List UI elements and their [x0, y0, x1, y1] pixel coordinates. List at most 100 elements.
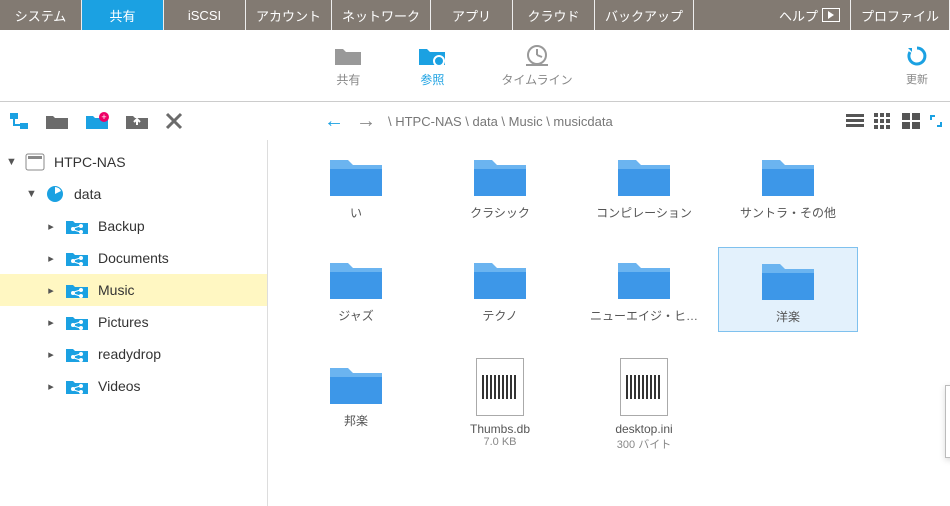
tree-label: Backup — [98, 218, 145, 234]
nas-icon — [24, 152, 46, 172]
folder-item[interactable]: 邦楽 — [286, 352, 426, 458]
share-folder-icon — [64, 312, 90, 332]
action-row: + ← → \ HTPC-NAS \ data \ Music \ musicd… — [0, 102, 950, 140]
tree-twisty-icon[interactable]: ▸ — [46, 220, 56, 233]
file-icon — [620, 358, 668, 416]
nav-tab[interactable]: プロファイル — [851, 0, 950, 30]
folder-item[interactable]: テクノ — [430, 247, 570, 332]
tree-label: Music — [98, 282, 135, 298]
subbar-browse[interactable]: 参照 — [417, 43, 447, 88]
top-nav: システム共有iSCSIアカウントネットワークアプリクラウドバックアップ ヘルププロ… — [0, 0, 950, 30]
nav-tab[interactable]: 共有 — [82, 0, 164, 30]
file-icon — [476, 358, 524, 416]
tree-twisty-icon[interactable]: ▼ — [6, 156, 16, 168]
item-grid: い クラシック コンピレーション サントラ・その他ジャズテクノ ニューエイジ・ヒ… 洋楽邦… — [286, 144, 932, 458]
folder-icon — [468, 253, 532, 301]
nav-forward-icon[interactable]: → — [356, 110, 376, 133]
nav-tab[interactable]: iSCSI — [164, 0, 246, 30]
folder-open-icon[interactable] — [44, 111, 70, 131]
nav-back-icon[interactable]: ← — [324, 110, 344, 133]
tree-label: Videos — [98, 378, 141, 394]
tree-root[interactable]: ▼ HTPC-NAS — [0, 146, 267, 178]
view-large-icons-icon[interactable] — [902, 113, 920, 129]
breadcrumb[interactable]: \ HTPC-NAS \ data \ Music \ musicdata — [388, 114, 613, 129]
folder-icon — [333, 43, 363, 67]
nav-tab[interactable]: ネットワーク — [332, 0, 431, 30]
folder-item[interactable]: い — [286, 144, 426, 227]
file-item[interactable]: Thumbs.db7.0 KB — [430, 352, 570, 458]
folder-item[interactable]: 洋楽 — [718, 247, 858, 332]
tree-folder[interactable]: ▸ Pictures — [0, 306, 267, 338]
tree-twisty-icon[interactable]: ▸ — [46, 252, 56, 265]
share-folder-icon — [64, 216, 90, 236]
content-pane: い クラシック コンピレーション サントラ・その他ジャズテクノ ニューエイジ・ヒ… 洋楽邦… — [268, 140, 950, 506]
nav-tab[interactable]: アカウント — [246, 0, 332, 30]
item-name: サントラ・その他 — [740, 204, 836, 221]
subbar-timeline[interactable]: タイムライン — [501, 43, 572, 88]
view-expand-icon[interactable] — [930, 115, 942, 127]
refresh-button[interactable]: 更新 — [906, 45, 928, 87]
item-name: テクノ — [482, 307, 517, 324]
nav-tab[interactable]: システム — [0, 0, 82, 30]
folder-upload-icon[interactable] — [124, 111, 150, 131]
subbar-timeline-label: タイムライン — [501, 71, 572, 88]
nav-tab[interactable]: クラウド — [513, 0, 595, 30]
folder-icon — [324, 358, 388, 406]
tree-label: HTPC-NAS — [54, 154, 126, 170]
tree-folder[interactable]: ▸ readydrop — [0, 338, 267, 370]
folder-item[interactable]: コンピレーション — [574, 144, 714, 227]
tree-twisty-icon[interactable]: ▼ — [26, 188, 36, 200]
share-folder-icon — [64, 280, 90, 300]
folder-icon — [324, 253, 388, 301]
subbar-share-label: 共有 — [336, 71, 360, 88]
tree-volume[interactable]: ▼ data — [0, 178, 267, 210]
nav-tab[interactable]: アプリ — [431, 0, 513, 30]
folder-item[interactable]: ジャズ — [286, 247, 426, 332]
tree-twisty-icon[interactable]: ▸ — [46, 284, 56, 297]
share-folder-icon — [64, 376, 90, 396]
folder-item[interactable]: サントラ・その他 — [718, 144, 858, 227]
item-popover: 参照 コピー — [945, 385, 950, 458]
tree-folder[interactable]: ▸ Documents — [0, 242, 267, 274]
subbar-share[interactable]: 共有 — [333, 43, 363, 88]
tree-folder[interactable]: ▸ Videos — [0, 370, 267, 402]
clock-icon — [522, 43, 552, 67]
new-folder-tree-icon[interactable] — [8, 111, 30, 131]
tree-folder[interactable]: ▸ Backup — [0, 210, 267, 242]
tree-label: Pictures — [98, 314, 149, 330]
sidebar-tree: ▼ HTPC-NAS ▼ data ▸ Backup ▸ Documents ▸ Music ▸ Pi… — [0, 140, 268, 506]
share-folder-icon — [64, 344, 90, 364]
item-name: ニューエイジ・ヒ… — [590, 307, 698, 324]
item-name: クラシック — [470, 204, 530, 221]
share-folder-icon — [64, 248, 90, 268]
nav-tab[interactable]: ヘルプ — [769, 0, 851, 30]
item-meta: 300 バイト — [617, 436, 671, 452]
folder-item[interactable]: クラシック — [430, 144, 570, 227]
tree-twisty-icon[interactable]: ▸ — [46, 348, 56, 361]
file-item[interactable]: desktop.ini300 バイト — [574, 352, 714, 458]
folder-icon — [756, 150, 820, 198]
subbar-browse-label: 参照 — [420, 71, 444, 88]
delete-icon[interactable] — [164, 111, 184, 131]
folder-icon — [468, 150, 532, 198]
folder-icon — [612, 150, 676, 198]
folder-icon — [324, 150, 388, 198]
tree-label: readydrop — [98, 346, 161, 362]
main-area: ▼ HTPC-NAS ▼ data ▸ Backup ▸ Documents ▸ Music ▸ Pi… — [0, 140, 950, 506]
folder-search-icon — [417, 43, 447, 67]
tree-label: Documents — [98, 250, 169, 266]
tree-twisty-icon[interactable]: ▸ — [46, 380, 56, 393]
tree-twisty-icon[interactable]: ▸ — [46, 316, 56, 329]
item-name: 邦楽 — [344, 412, 368, 429]
view-list-icon[interactable] — [846, 113, 864, 129]
folder-item[interactable]: ニューエイジ・ヒ… — [574, 247, 714, 332]
item-name: コンピレーション — [596, 204, 692, 221]
folder-icon — [756, 254, 820, 302]
view-small-icons-icon[interactable] — [874, 113, 892, 129]
folder-add-icon[interactable]: + — [84, 111, 110, 131]
tree-label: data — [74, 186, 101, 202]
tree-folder[interactable]: ▸ Music — [0, 274, 267, 306]
item-name: Thumbs.db — [470, 422, 530, 436]
item-name: い — [350, 204, 362, 221]
nav-tab[interactable]: バックアップ — [595, 0, 694, 30]
